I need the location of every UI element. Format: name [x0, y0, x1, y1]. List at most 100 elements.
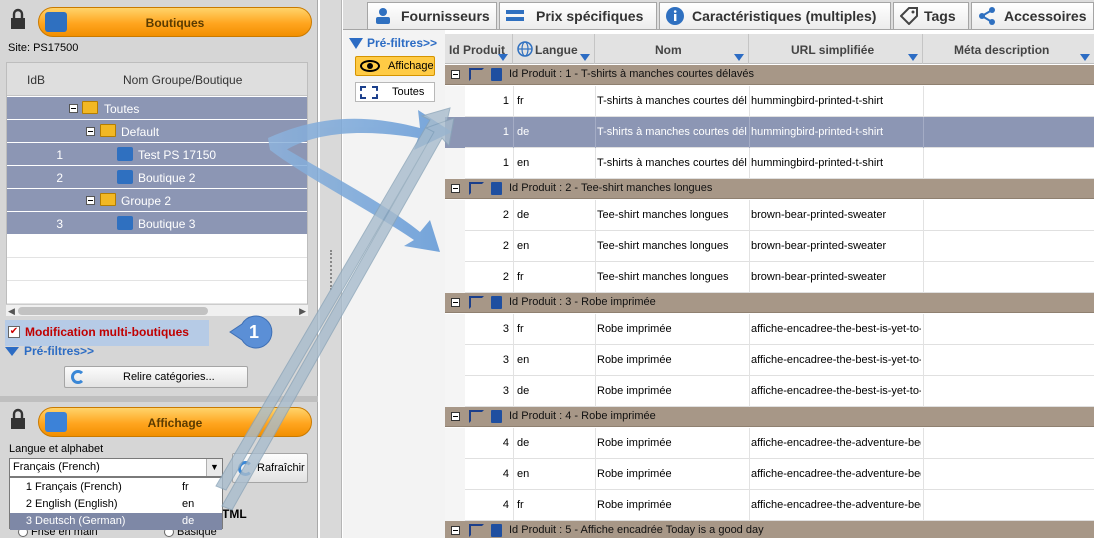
language-select[interactable]: Français (French) ▼: [9, 458, 223, 477]
table-row[interactable]: 3 en Robe imprimée affiche-encadree-the-…: [445, 345, 1094, 376]
multi-shop-checkbox[interactable]: ✔: [8, 326, 20, 338]
tree-row[interactable]: Toutes: [7, 97, 307, 120]
cell-lang[interactable]: de: [517, 209, 529, 221]
cell-lang[interactable]: de: [517, 126, 529, 138]
trash-icon[interactable]: [491, 524, 502, 537]
chevron-down-icon[interactable]: ▼: [206, 459, 222, 476]
language-option[interactable]: 3 Deutsch (German) de: [10, 513, 222, 530]
cell-lang[interactable]: fr: [517, 95, 524, 107]
refresh-button[interactable]: Rafraîchir: [232, 453, 308, 483]
trash-icon[interactable]: [491, 182, 502, 195]
collapse-toggle-icon[interactable]: [451, 184, 460, 193]
collapse-toggle-icon[interactable]: [451, 412, 460, 421]
column-filter-icon[interactable]: [580, 54, 590, 61]
cell-url[interactable]: hummingbird-printed-t-shirt: [751, 126, 921, 138]
toutes-filter-button[interactable]: Toutes: [355, 82, 435, 102]
cell-url[interactable]: affiche-encadree-the-adventure-begins: [751, 499, 921, 511]
lock-icon[interactable]: [9, 8, 27, 30]
collapse-toggle-icon[interactable]: [451, 70, 460, 79]
cell-lang[interactable]: fr: [517, 271, 524, 283]
cell-url[interactable]: affiche-encadree-the-best-is-yet-to-come: [751, 385, 921, 397]
cell-id[interactable]: 4: [465, 437, 509, 449]
trash-icon[interactable]: [491, 296, 502, 309]
table-row[interactable]: 2 fr Tee-shirt manches longues brown-bea…: [445, 262, 1094, 293]
table-row[interactable]: 3 de Robe imprimée affiche-encadree-the-…: [445, 376, 1094, 407]
left-prefilter-link[interactable]: Pré-filtres>>: [5, 344, 94, 358]
collapse-toggle-icon[interactable]: [86, 127, 95, 136]
tree-row[interactable]: Default: [7, 120, 307, 143]
cell-id[interactable]: 2: [465, 271, 509, 283]
table-row[interactable]: 4 de Robe imprimée affiche-encadree-the-…: [445, 428, 1094, 459]
prefilter-link[interactable]: Pré-filtres>>: [349, 36, 437, 50]
cell-lang[interactable]: en: [517, 157, 529, 169]
cell-name[interactable]: Robe imprimée: [597, 385, 747, 397]
table-row[interactable]: 1 en T-shirts à manches courtes délavés …: [445, 148, 1094, 179]
cell-name[interactable]: Tee-shirt manches longues: [597, 209, 747, 221]
tab-caracteristiques[interactable]: Caractéristiques (multiples): [659, 2, 891, 29]
cell-lang[interactable]: fr: [517, 499, 524, 511]
cell-lang[interactable]: en: [517, 354, 529, 366]
tab-prix-specifiques[interactable]: Prix spécifiques: [499, 2, 657, 29]
cell-name[interactable]: Robe imprimée: [597, 354, 747, 366]
cell-id[interactable]: 4: [465, 468, 509, 480]
affichage-filter-button[interactable]: Affichage: [355, 56, 435, 76]
tab-tags[interactable]: Tags: [893, 2, 969, 29]
vertical-splitter[interactable]: [320, 0, 342, 538]
group-header[interactable]: Id Produit : 5 - Affiche encadrée Today …: [445, 521, 1094, 538]
collapse-toggle-icon[interactable]: [86, 196, 95, 205]
edit-icon[interactable]: [469, 410, 484, 423]
column-filter-icon[interactable]: [734, 54, 744, 61]
lock-icon[interactable]: [9, 408, 27, 430]
multi-shop-toggle[interactable]: ✔ Modification multi-boutiques: [5, 320, 209, 346]
cell-id[interactable]: 1: [465, 95, 509, 107]
cell-name[interactable]: T-shirts à manches courtes délavés: [597, 157, 747, 169]
group-header[interactable]: Id Produit : 2 - Tee-shirt manches longu…: [445, 179, 1094, 199]
cell-name[interactable]: Robe imprimée: [597, 468, 747, 480]
cell-lang[interactable]: fr: [517, 323, 524, 335]
table-row[interactable]: 2 de Tee-shirt manches longues brown-bea…: [445, 200, 1094, 231]
column-header-lang[interactable]: Langue: [513, 34, 595, 64]
boutiques-button[interactable]: Boutiques: [38, 7, 312, 37]
cell-lang[interactable]: de: [517, 385, 529, 397]
cell-url[interactable]: hummingbird-printed-t-shirt: [751, 157, 921, 169]
cell-url[interactable]: affiche-encadree-the-best-is-yet-to-come: [751, 323, 921, 335]
cell-url[interactable]: hummingbird-printed-t-shirt: [751, 95, 921, 107]
language-option[interactable]: 1 Français (French) fr: [10, 479, 222, 496]
cell-lang[interactable]: en: [517, 240, 529, 252]
header-name[interactable]: Nom Groupe/Boutique: [123, 73, 242, 87]
table-row[interactable]: 2 en Tee-shirt manches longues brown-bea…: [445, 231, 1094, 262]
cell-name[interactable]: T-shirts à manches courtes délavés: [597, 95, 747, 107]
cell-name[interactable]: Robe imprimée: [597, 323, 747, 335]
cell-id[interactable]: 2: [465, 240, 509, 252]
group-header[interactable]: Id Produit : 3 - Robe imprimée: [445, 293, 1094, 313]
cell-id[interactable]: 1: [465, 157, 509, 169]
tree-row[interactable]: 3 Boutique 3: [7, 212, 307, 235]
cell-name[interactable]: Tee-shirt manches longues: [597, 271, 747, 283]
collapse-toggle-icon[interactable]: [451, 526, 460, 535]
cell-url[interactable]: affiche-encadree-the-adventure-begins: [751, 468, 921, 480]
table-row[interactable]: 1 fr T-shirts à manches courtes délavés …: [445, 86, 1094, 117]
cell-url[interactable]: brown-bear-printed-sweater: [751, 271, 921, 283]
cell-id[interactable]: 3: [465, 385, 509, 397]
header-idb[interactable]: IdB: [27, 73, 45, 87]
reload-categories-button[interactable]: Relire catégories...: [64, 366, 248, 388]
column-header-id[interactable]: Id Produit: [445, 34, 513, 64]
edit-icon[interactable]: [469, 182, 484, 195]
table-row[interactable]: 4 en Robe imprimée affiche-encadree-the-…: [445, 459, 1094, 490]
cell-name[interactable]: T-shirts à manches courtes délavés: [597, 126, 747, 138]
edit-icon[interactable]: [469, 296, 484, 309]
group-header[interactable]: Id Produit : 1 - T-shirts à manches cour…: [445, 65, 1094, 85]
affichage-button[interactable]: Affichage: [38, 407, 312, 437]
trash-icon[interactable]: [491, 410, 502, 423]
table-row[interactable]: 1 de T-shirts à manches courtes délavés …: [445, 117, 1094, 148]
cell-lang[interactable]: en: [517, 468, 529, 480]
table-row[interactable]: 3 fr Robe imprimée affiche-encadree-the-…: [445, 314, 1094, 345]
cell-name[interactable]: Robe imprimée: [597, 499, 747, 511]
table-row[interactable]: 4 fr Robe imprimée affiche-encadree-the-…: [445, 490, 1094, 521]
cell-id[interactable]: 3: [465, 354, 509, 366]
group-header[interactable]: Id Produit : 4 - Robe imprimée: [445, 407, 1094, 427]
edit-icon[interactable]: [469, 524, 484, 537]
cell-name[interactable]: Tee-shirt manches longues: [597, 240, 747, 252]
scroll-left-icon[interactable]: ◀: [8, 306, 15, 317]
cell-id[interactable]: 3: [465, 323, 509, 335]
